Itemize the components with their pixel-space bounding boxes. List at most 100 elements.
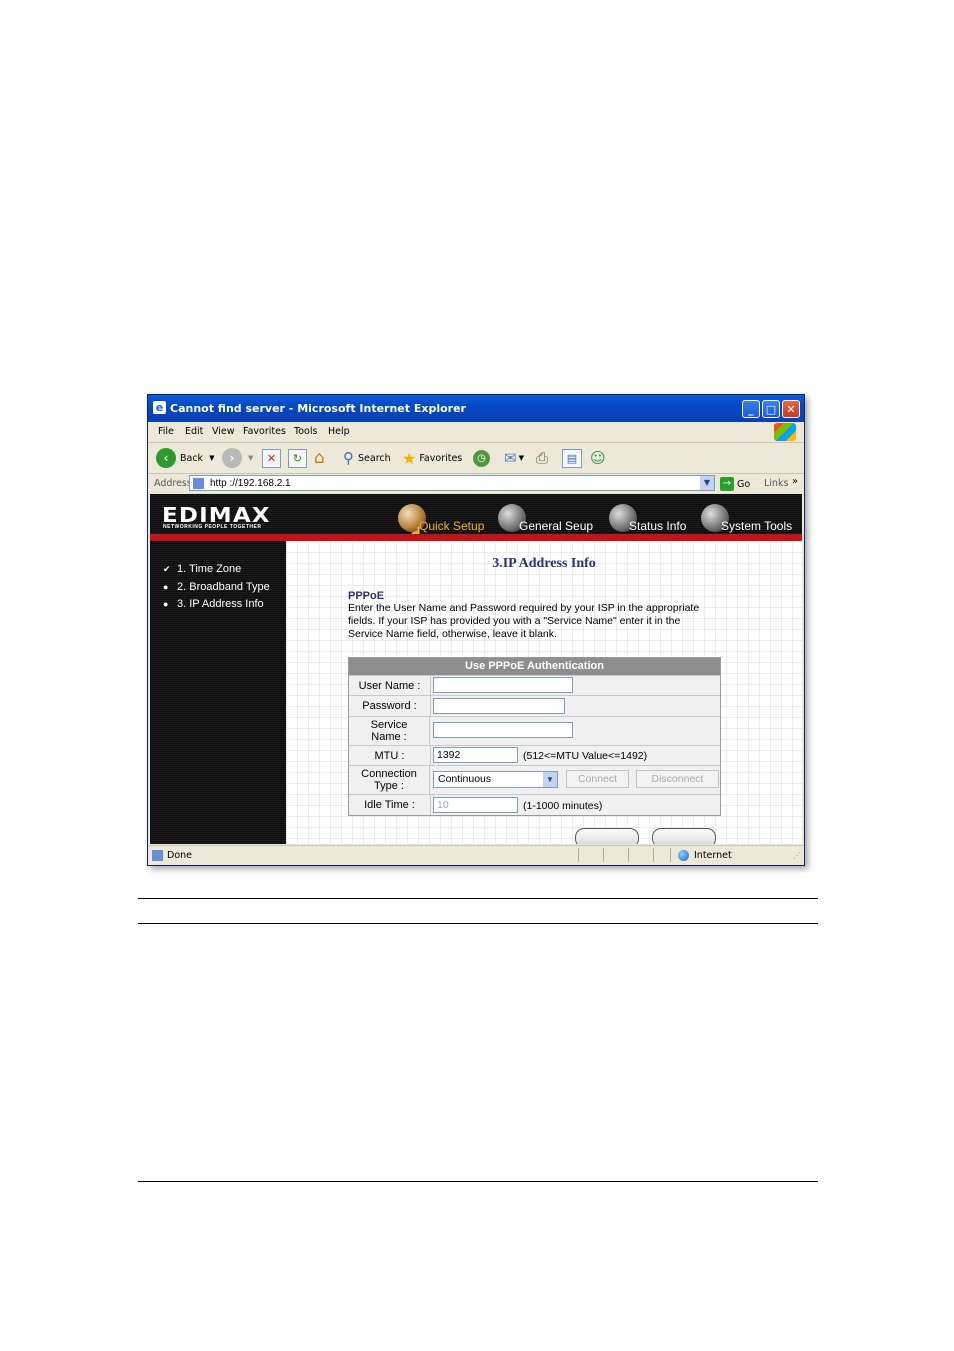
- favorites-label: Favorites: [419, 452, 463, 464]
- divider-top: [138, 898, 818, 899]
- messenger-button[interactable]: ☺: [590, 447, 606, 469]
- connect-button[interactable]: Connect: [566, 770, 629, 788]
- connection-type-label: Connection Type :: [349, 766, 430, 794]
- ok-page-button[interactable]: [652, 828, 716, 844]
- step-label: 3. IP Address Info: [177, 598, 264, 610]
- status-divider: [578, 848, 579, 862]
- back-arrow-icon: ‹: [156, 448, 176, 468]
- go-button[interactable]: Go: [737, 479, 750, 490]
- links-button[interactable]: Links: [764, 478, 788, 489]
- connection-type-select[interactable]: Continuous ▼: [433, 771, 558, 788]
- browser-window: e Cannot find server - Microsoft Interne…: [147, 394, 805, 866]
- stop-button[interactable]: ✕: [262, 447, 281, 469]
- back-page-button[interactable]: [575, 828, 639, 844]
- back-label: Back: [180, 452, 204, 464]
- maximize-button[interactable]: □: [762, 400, 780, 418]
- search-icon: ⚲: [343, 449, 354, 467]
- connection-type-value: Continuous: [438, 773, 492, 785]
- favorites-button[interactable]: ★ Favorites: [402, 447, 462, 469]
- close-button[interactable]: ✕: [782, 400, 800, 418]
- chevron-down-icon: ▼: [543, 772, 557, 787]
- page-icon: [193, 478, 204, 489]
- globe-icon: [678, 850, 689, 861]
- mtu-hint: (512<=MTU Value<=1492): [523, 750, 648, 762]
- address-input[interactable]: http ://192.168.2.1 ▼: [189, 475, 715, 491]
- tab-general-setup-label: General Seup: [519, 519, 594, 533]
- history-button[interactable]: ◷: [473, 447, 490, 469]
- resize-grip-icon[interactable]: ⋰: [793, 851, 801, 860]
- page-viewport: EDIMAX NETWORKING PEOPLE TOGETHER Quick …: [150, 494, 802, 844]
- bullet-icon: ●: [163, 582, 169, 592]
- mail-button[interactable]: ✉ ▼: [504, 447, 524, 469]
- stop-icon: ✕: [262, 448, 281, 468]
- idle-time-label: Idle Time :: [349, 795, 431, 815]
- idle-time-input[interactable]: 10: [433, 797, 518, 813]
- messenger-icon: ☺: [590, 449, 606, 467]
- step-ip-address-info[interactable]: ● 3. IP Address Info: [163, 598, 264, 610]
- back-dropdown-icon: ▼: [209, 454, 215, 462]
- mail-dropdown-icon: ▼: [518, 454, 524, 462]
- history-icon: ◷: [473, 449, 490, 467]
- menu-bar: File Edit View Favorites Tools Help: [148, 422, 804, 443]
- home-button[interactable]: ⌂: [314, 447, 325, 469]
- mtu-input[interactable]: 1392: [433, 747, 518, 763]
- disconnect-button[interactable]: Disconnect: [636, 770, 719, 788]
- status-page-icon: [152, 850, 163, 861]
- step-time-zone[interactable]: ✔ 1. Time Zone: [163, 563, 241, 575]
- pppoe-form: Use PPPoE Authentication User Name : Pas…: [348, 657, 721, 816]
- password-input[interactable]: [433, 698, 565, 714]
- header-red-bar: [150, 534, 802, 541]
- user-name-input[interactable]: [433, 677, 573, 693]
- status-divider: [603, 848, 604, 862]
- status-divider: [653, 848, 654, 862]
- idle-time-hint: (1-1000 minutes): [523, 800, 603, 812]
- service-name-label: Service Name :: [349, 717, 430, 745]
- title-bar: e Cannot find server - Microsoft Interne…: [148, 395, 804, 422]
- search-button[interactable]: ⚲ Search: [343, 447, 391, 469]
- step-label: 1. Time Zone: [177, 563, 242, 575]
- forward-button[interactable]: › ▼: [222, 447, 253, 469]
- page-title: 3.IP Address Info: [492, 556, 596, 571]
- home-icon: ⌂: [314, 448, 325, 468]
- main-content: 3.IP Address Info PPPoE Enter the User N…: [286, 541, 802, 844]
- row-connection-type: Connection Type : Continuous ▼ Connect D…: [349, 765, 720, 794]
- address-bar: Address http ://192.168.2.1 ▼ → Go Links…: [148, 474, 804, 494]
- ie-icon: e: [153, 401, 166, 414]
- address-dropdown-icon[interactable]: ▼: [700, 476, 714, 490]
- row-password: Password :: [349, 695, 720, 716]
- menu-view[interactable]: View: [212, 426, 235, 437]
- step-label: 2. Broadband Type: [177, 581, 270, 593]
- row-mtu: MTU : 1392 (512<=MTU Value<=1492): [349, 745, 720, 765]
- links-chevron-icon[interactable]: »: [792, 476, 798, 487]
- bullet-icon: ●: [163, 599, 169, 609]
- status-zone: Internet: [694, 850, 732, 861]
- back-button[interactable]: ‹ Back ▼: [156, 447, 214, 469]
- service-name-input[interactable]: [433, 722, 573, 738]
- print-button[interactable]: ⎙: [536, 447, 548, 469]
- refresh-icon: ↻: [288, 448, 307, 468]
- user-name-label: User Name :: [349, 676, 431, 695]
- form-header: Use PPPoE Authentication: [349, 658, 720, 675]
- menu-edit[interactable]: Edit: [185, 426, 203, 437]
- status-divider: [670, 848, 671, 862]
- menu-favorites[interactable]: Favorites: [243, 426, 286, 437]
- minimize-button[interactable]: _: [742, 400, 760, 418]
- divider-middle: [138, 923, 818, 924]
- go-arrow-icon[interactable]: →: [720, 477, 734, 491]
- steps-sidebar: ✔ 1. Time Zone ● 2. Broadband Type ● 3. IP …: [150, 541, 286, 844]
- menu-file[interactable]: File: [158, 426, 174, 437]
- window-title: Cannot find server - Microsoft Internet …: [170, 402, 466, 415]
- refresh-button[interactable]: ↻: [288, 447, 307, 469]
- tab-quick-setup-label: Quick Setup: [419, 519, 485, 533]
- menu-tools[interactable]: Tools: [294, 426, 317, 437]
- logo-tagline: NETWORKING PEOPLE TOGETHER: [163, 524, 262, 530]
- edit-button[interactable]: ▤: [562, 447, 582, 469]
- menu-help[interactable]: Help: [328, 426, 350, 437]
- row-user-name: User Name :: [349, 675, 720, 695]
- step-broadband-type[interactable]: ● 2. Broadband Type: [163, 581, 270, 593]
- status-text: Done: [167, 850, 192, 861]
- address-label: Address: [154, 478, 192, 489]
- mtu-label: MTU :: [349, 746, 431, 765]
- edit-page-icon: ▤: [562, 448, 582, 468]
- section-description: Enter the User Name and Password require…: [348, 602, 700, 640]
